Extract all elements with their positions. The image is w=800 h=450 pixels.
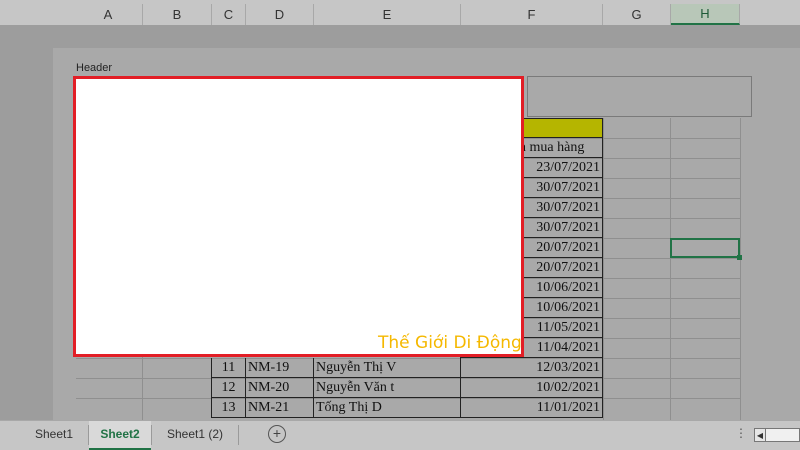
header-section-right[interactable] xyxy=(527,76,752,117)
sheet-tab-bar: Sheet1 Sheet2 Sheet1 (2) + ⋮ ◀ xyxy=(0,420,800,450)
add-sheet-icon[interactable]: + xyxy=(268,425,286,443)
horizontal-scrollbar[interactable] xyxy=(766,428,800,442)
code-cell[interactable]: NM-19 xyxy=(246,358,314,378)
date-cell[interactable]: 12/03/2021 xyxy=(461,358,603,378)
scroll-left-icon[interactable]: ◀ xyxy=(754,428,766,442)
tab-sheet1[interactable]: Sheet1 xyxy=(20,421,88,450)
code-cell[interactable]: NM-20 xyxy=(246,378,314,398)
watermark: Thế Giới Di Động xyxy=(378,333,522,353)
date-cell[interactable]: 11/01/2021 xyxy=(461,398,603,418)
code-cell[interactable]: NM-21 xyxy=(246,398,314,418)
row-number-cell[interactable]: 13 xyxy=(211,398,246,418)
column-header-h[interactable]: H xyxy=(671,4,740,25)
tab-divider xyxy=(238,425,239,445)
column-header-f[interactable]: F xyxy=(461,4,603,25)
header-label: Header xyxy=(76,62,113,74)
name-cell[interactable]: Tống Thị D xyxy=(314,398,461,418)
selected-cell[interactable] xyxy=(670,238,740,258)
column-header-c[interactable]: C xyxy=(212,4,246,25)
column-header-bar: A B C D E F G H xyxy=(0,0,800,25)
row-number-cell[interactable]: 12 xyxy=(211,378,246,398)
column-header-g[interactable]: G xyxy=(603,4,671,25)
name-cell[interactable]: Nguyễn Thị V xyxy=(314,358,461,378)
name-cell[interactable]: Nguyễn Văn t xyxy=(314,378,461,398)
tab-sheet1-copy[interactable]: Sheet1 (2) xyxy=(152,421,238,450)
tab-sheet2[interactable]: Sheet2 xyxy=(89,421,151,450)
header-section-left[interactable] xyxy=(73,76,524,357)
grid-line xyxy=(740,118,741,420)
date-cell[interactable]: 10/02/2021 xyxy=(461,378,603,398)
grid-line xyxy=(603,118,604,420)
more-options-icon[interactable]: ⋮ xyxy=(735,426,747,440)
row-number-cell[interactable]: 11 xyxy=(211,358,246,378)
column-header-d[interactable]: D xyxy=(246,4,314,25)
fill-handle[interactable] xyxy=(737,255,742,260)
grid-line xyxy=(670,118,671,420)
column-header-b[interactable]: B xyxy=(143,4,212,25)
table-row: 12 NM-20 Nguyễn Văn t 10/02/2021 xyxy=(211,378,603,398)
column-header-e[interactable]: E xyxy=(314,4,461,25)
column-header-a[interactable]: A xyxy=(74,4,143,25)
table-row: 11 NM-19 Nguyễn Thị V 12/03/2021 xyxy=(211,358,603,378)
table-row: 13 NM-21 Tống Thị D 11/01/2021 xyxy=(211,398,603,418)
